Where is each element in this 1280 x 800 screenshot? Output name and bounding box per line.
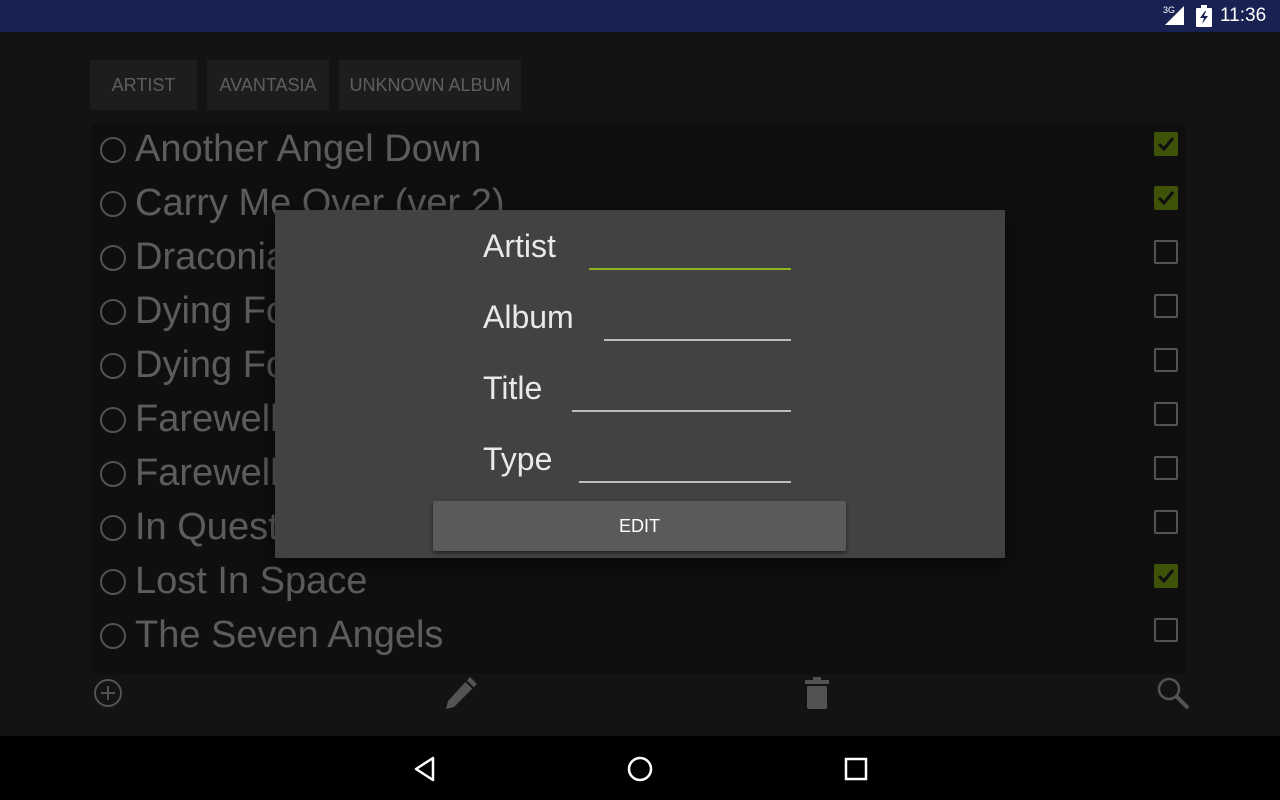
title-field[interactable] (572, 368, 791, 412)
song-checkbox[interactable] (1154, 240, 1178, 264)
song-radio[interactable] (100, 245, 126, 271)
edit-confirm-button[interactable]: EDIT (433, 501, 846, 551)
home-circle-icon (627, 756, 653, 782)
song-radio[interactable] (100, 461, 126, 487)
song-checkbox[interactable] (1154, 186, 1178, 210)
type-label: Type (483, 441, 553, 477)
svg-text:3G: 3G (1163, 5, 1175, 15)
search-button[interactable] (1153, 674, 1193, 714)
list-item[interactable]: Lost In Space (92, 556, 1186, 610)
add-button[interactable] (88, 674, 128, 714)
search-icon (1157, 677, 1190, 709)
breadcrumb-artist-button[interactable]: ARTIST (90, 60, 197, 110)
song-radio[interactable] (100, 569, 126, 595)
artist-field[interactable] (589, 226, 791, 270)
clock: 11:36 (1220, 5, 1267, 26)
song-radio[interactable] (100, 353, 126, 379)
song-title: Another Angel Down (135, 128, 482, 170)
battery-charging-icon (1196, 5, 1212, 27)
song-title: The Seven Angels (135, 614, 444, 656)
status-bar: 3G 11:36 (0, 0, 1280, 32)
song-checkbox[interactable] (1154, 132, 1178, 156)
delete-button[interactable] (797, 674, 837, 714)
title-label: Title (483, 370, 543, 406)
list-item[interactable]: Another Angel Down (92, 124, 1186, 178)
song-checkbox[interactable] (1154, 402, 1178, 426)
edit-button[interactable] (441, 674, 481, 714)
recent-square-icon (844, 757, 868, 781)
checkmark-icon (1157, 191, 1175, 206)
song-checkbox[interactable] (1154, 510, 1178, 534)
breadcrumb-avantasia-button[interactable]: AVANTASIA (207, 60, 329, 110)
song-checkbox[interactable] (1154, 348, 1178, 372)
trash-icon (805, 676, 829, 709)
song-radio[interactable] (100, 299, 126, 325)
album-label: Album (483, 299, 574, 335)
navigation-bar (0, 736, 1280, 800)
song-radio[interactable] (100, 515, 126, 541)
song-checkbox[interactable] (1154, 564, 1178, 588)
add-circle-icon (94, 678, 122, 707)
edit-tags-dialog: Artist Album Title Type EDIT (275, 210, 1005, 558)
checkmark-icon (1157, 569, 1175, 584)
song-radio[interactable] (100, 407, 126, 433)
type-field[interactable] (579, 439, 791, 483)
song-checkbox[interactable] (1154, 618, 1178, 642)
album-field[interactable] (604, 297, 791, 341)
song-title: Farewell (135, 398, 279, 440)
checkmark-icon (1157, 137, 1175, 152)
back-button[interactable] (408, 752, 442, 786)
song-checkbox[interactable] (1154, 294, 1178, 318)
signal-3g-icon: 3G (1163, 5, 1184, 25)
pencil-icon (446, 677, 477, 709)
song-radio[interactable] (100, 137, 126, 163)
list-item[interactable]: The Seven Angels (92, 610, 1186, 664)
song-checkbox[interactable] (1154, 456, 1178, 480)
song-radio[interactable] (100, 623, 126, 649)
song-radio[interactable] (100, 191, 126, 217)
back-triangle-icon (414, 756, 435, 782)
breadcrumb: ARTIST AVANTASIA UNKNOWN ALBUM (90, 60, 521, 110)
recent-apps-button[interactable] (839, 752, 873, 786)
artist-label: Artist (483, 228, 556, 264)
home-button[interactable] (623, 752, 657, 786)
song-title: Lost In Space (135, 560, 368, 602)
breadcrumb-album-button[interactable]: UNKNOWN ALBUM (339, 60, 521, 110)
